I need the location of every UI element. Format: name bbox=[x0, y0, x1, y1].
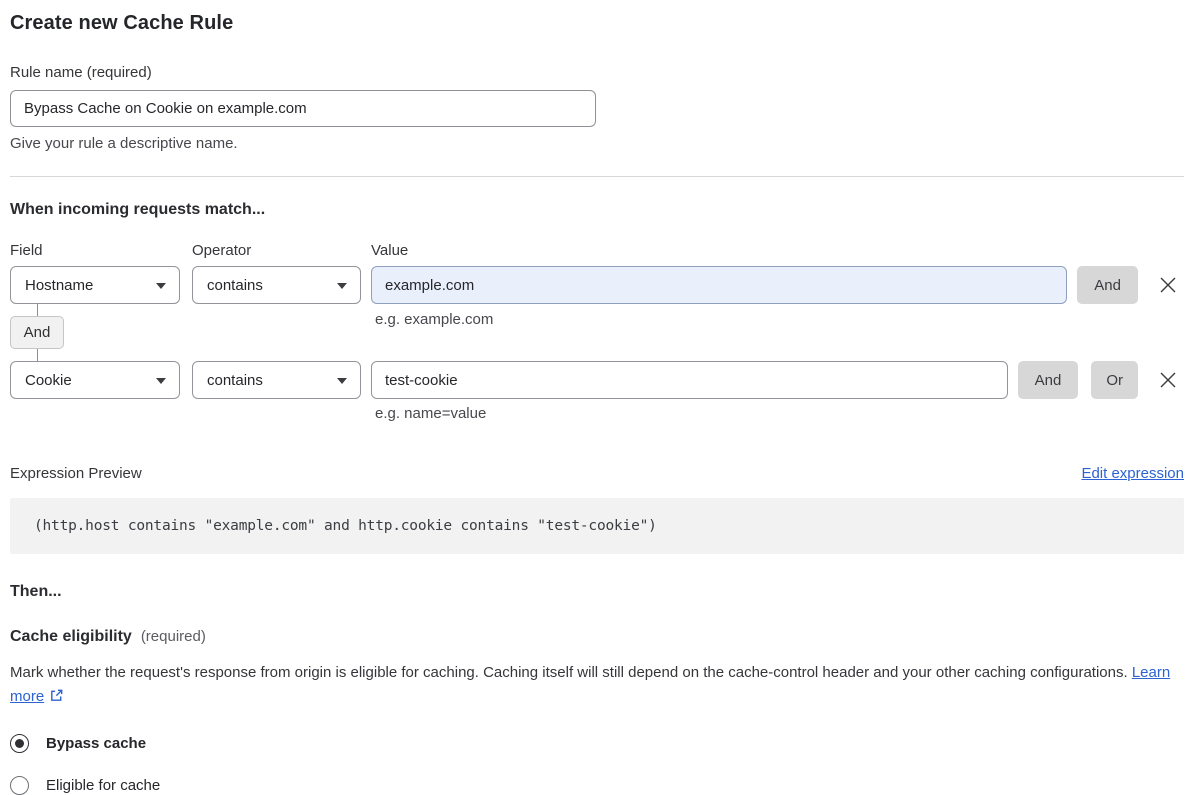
operator-select-value: contains bbox=[207, 276, 263, 294]
connector-line bbox=[37, 304, 38, 316]
create-cache-rule-form: Create new Cache Rule Rule name (require… bbox=[10, 0, 1184, 795]
value-column-label: Value bbox=[371, 242, 409, 259]
remove-condition-button[interactable] bbox=[1155, 367, 1181, 393]
chevron-down-icon bbox=[156, 378, 166, 384]
operator-column-label: Operator bbox=[192, 242, 252, 259]
rule-name-help: Give your rule a descriptive name. bbox=[10, 135, 238, 152]
radio-label: Bypass cache bbox=[46, 735, 147, 752]
page-title: Create new Cache Rule bbox=[10, 12, 234, 34]
value-hint: e.g. example.com bbox=[375, 311, 494, 328]
connector-and-button[interactable]: And bbox=[10, 316, 64, 349]
expression-code: (http.host contains "example.com" and ht… bbox=[10, 498, 1184, 554]
add-and-condition-button[interactable]: And bbox=[1077, 266, 1138, 304]
close-icon bbox=[1160, 277, 1176, 293]
value-input[interactable] bbox=[371, 361, 1008, 399]
chevron-down-icon bbox=[337, 283, 347, 289]
radio-button-icon bbox=[10, 734, 29, 753]
field-select-value: Cookie bbox=[25, 371, 72, 389]
close-icon bbox=[1160, 372, 1176, 388]
cache-eligibility-title: Cache eligibility bbox=[10, 628, 132, 645]
expression-preview-header: Expression Preview Edit expression bbox=[10, 465, 1184, 482]
external-link-icon bbox=[49, 687, 64, 711]
description-text: Mark whether the request's response from… bbox=[10, 664, 1128, 681]
add-or-condition-button[interactable]: Or bbox=[1091, 361, 1138, 399]
value-input[interactable] bbox=[371, 266, 1068, 304]
field-column-label: Field bbox=[10, 242, 43, 259]
remove-condition-button[interactable] bbox=[1155, 272, 1181, 298]
value-hint: e.g. name=value bbox=[375, 405, 487, 422]
rule-name-input[interactable] bbox=[10, 90, 596, 127]
condition-row: Hostname contains And bbox=[10, 266, 1184, 304]
field-select[interactable]: Hostname bbox=[10, 266, 180, 304]
required-note: (required) bbox=[140, 628, 206, 645]
radio-button-icon bbox=[10, 776, 29, 795]
chevron-down-icon bbox=[337, 378, 347, 384]
section-divider bbox=[10, 176, 1184, 177]
operator-select-value: contains bbox=[207, 371, 263, 389]
radio-bypass-cache[interactable]: Bypass cache bbox=[10, 734, 1184, 753]
chevron-down-icon bbox=[156, 283, 166, 289]
radio-label: Eligible for cache bbox=[46, 777, 161, 794]
then-heading: Then... bbox=[10, 583, 62, 600]
row-actions: And bbox=[1077, 266, 1184, 304]
add-and-condition-button[interactable]: And bbox=[1017, 361, 1079, 399]
field-select-value: Hostname bbox=[25, 276, 94, 294]
row-actions: And Or bbox=[1017, 361, 1184, 399]
operator-select[interactable]: contains bbox=[192, 266, 361, 304]
field-select[interactable]: Cookie bbox=[10, 361, 180, 399]
connector-line bbox=[37, 349, 38, 361]
cache-eligibility-heading: Cache eligibility (required) bbox=[10, 628, 1184, 646]
condition-connector: And bbox=[10, 304, 64, 361]
operator-select[interactable]: contains bbox=[192, 361, 361, 399]
edit-expression-link[interactable]: Edit expression bbox=[1081, 465, 1184, 482]
condition-column-labels: Field Operator Value bbox=[10, 242, 1184, 259]
condition-row: Cookie contains And Or bbox=[10, 361, 1184, 399]
match-heading: When incoming requests match... bbox=[10, 201, 266, 218]
cache-eligibility-description: Mark whether the request's response from… bbox=[10, 661, 1174, 711]
radio-eligible-for-cache[interactable]: Eligible for cache bbox=[10, 776, 1184, 795]
connector-region: e.g. example.com And bbox=[10, 304, 1184, 361]
rule-name-label: Rule name (required) bbox=[10, 64, 152, 81]
expression-preview-label: Expression Preview bbox=[10, 465, 142, 482]
